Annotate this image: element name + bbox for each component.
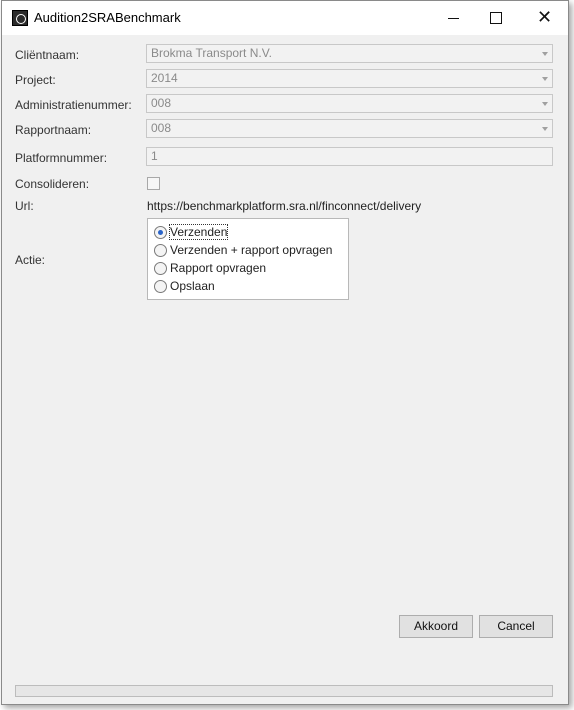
radio-icon[interactable] [154,244,167,257]
app-icon [12,10,28,26]
consolidate-label: Consolideren: [15,177,90,191]
radio-label: Verzenden [168,224,229,240]
project-select[interactable]: 2014 [146,69,553,88]
radio-label: Verzenden + rapport opvragen [170,243,333,257]
administration-value: 008 [151,96,172,110]
project-label: Project: [15,73,56,87]
client-label: Cliëntnaam: [15,48,80,62]
report-select[interactable]: 008 [146,119,553,138]
action-label: Actie: [15,253,46,267]
maximize-icon [490,12,502,24]
radio-icon[interactable] [154,262,167,275]
cancel-button[interactable]: Cancel [479,615,553,638]
report-label: Rapportnaam: [15,123,92,137]
minimize-icon [448,18,459,19]
radio-label: Rapport opvragen [170,261,267,275]
progress-bar [15,685,553,697]
client-value: Brokma Transport N.V. [151,46,272,60]
chevron-down-icon [542,102,548,106]
platform-input[interactable]: 1 [146,147,553,166]
minimize-button[interactable] [431,1,477,35]
radio-icon[interactable] [154,280,167,293]
administration-select[interactable]: 008 [146,94,553,113]
radio-label: Opslaan [170,279,215,293]
title-bar[interactable]: Audition2SRABenchmark ✕ [2,1,568,35]
close-icon: ✕ [537,7,553,28]
url-label: Url: [15,199,34,213]
chevron-down-icon [542,77,548,81]
dialog-window: Audition2SRABenchmark ✕ Cliëntnaam: Brok… [1,0,569,705]
window-title: Audition2SRABenchmark [34,10,181,25]
url-value: https://benchmarkplatform.sra.nl/finconn… [147,199,422,213]
client-select[interactable]: Brokma Transport N.V. [146,44,553,63]
radio-selected-icon[interactable] [154,226,167,239]
maximize-button[interactable] [473,1,519,35]
ok-button[interactable]: Akkoord [399,615,473,638]
administration-label: Administratienummer: [15,98,132,112]
platform-value: 1 [151,149,158,163]
project-value: 2014 [151,71,178,85]
chevron-down-icon [542,127,548,131]
report-value: 008 [151,121,172,135]
consolidate-checkbox[interactable] [147,177,160,190]
close-button[interactable]: ✕ [520,1,566,35]
chevron-down-icon [542,52,548,56]
action-radio-group: Verzenden Verzenden + rapport opvragen R… [147,218,349,300]
platform-label: Platformnummer: [15,151,108,165]
